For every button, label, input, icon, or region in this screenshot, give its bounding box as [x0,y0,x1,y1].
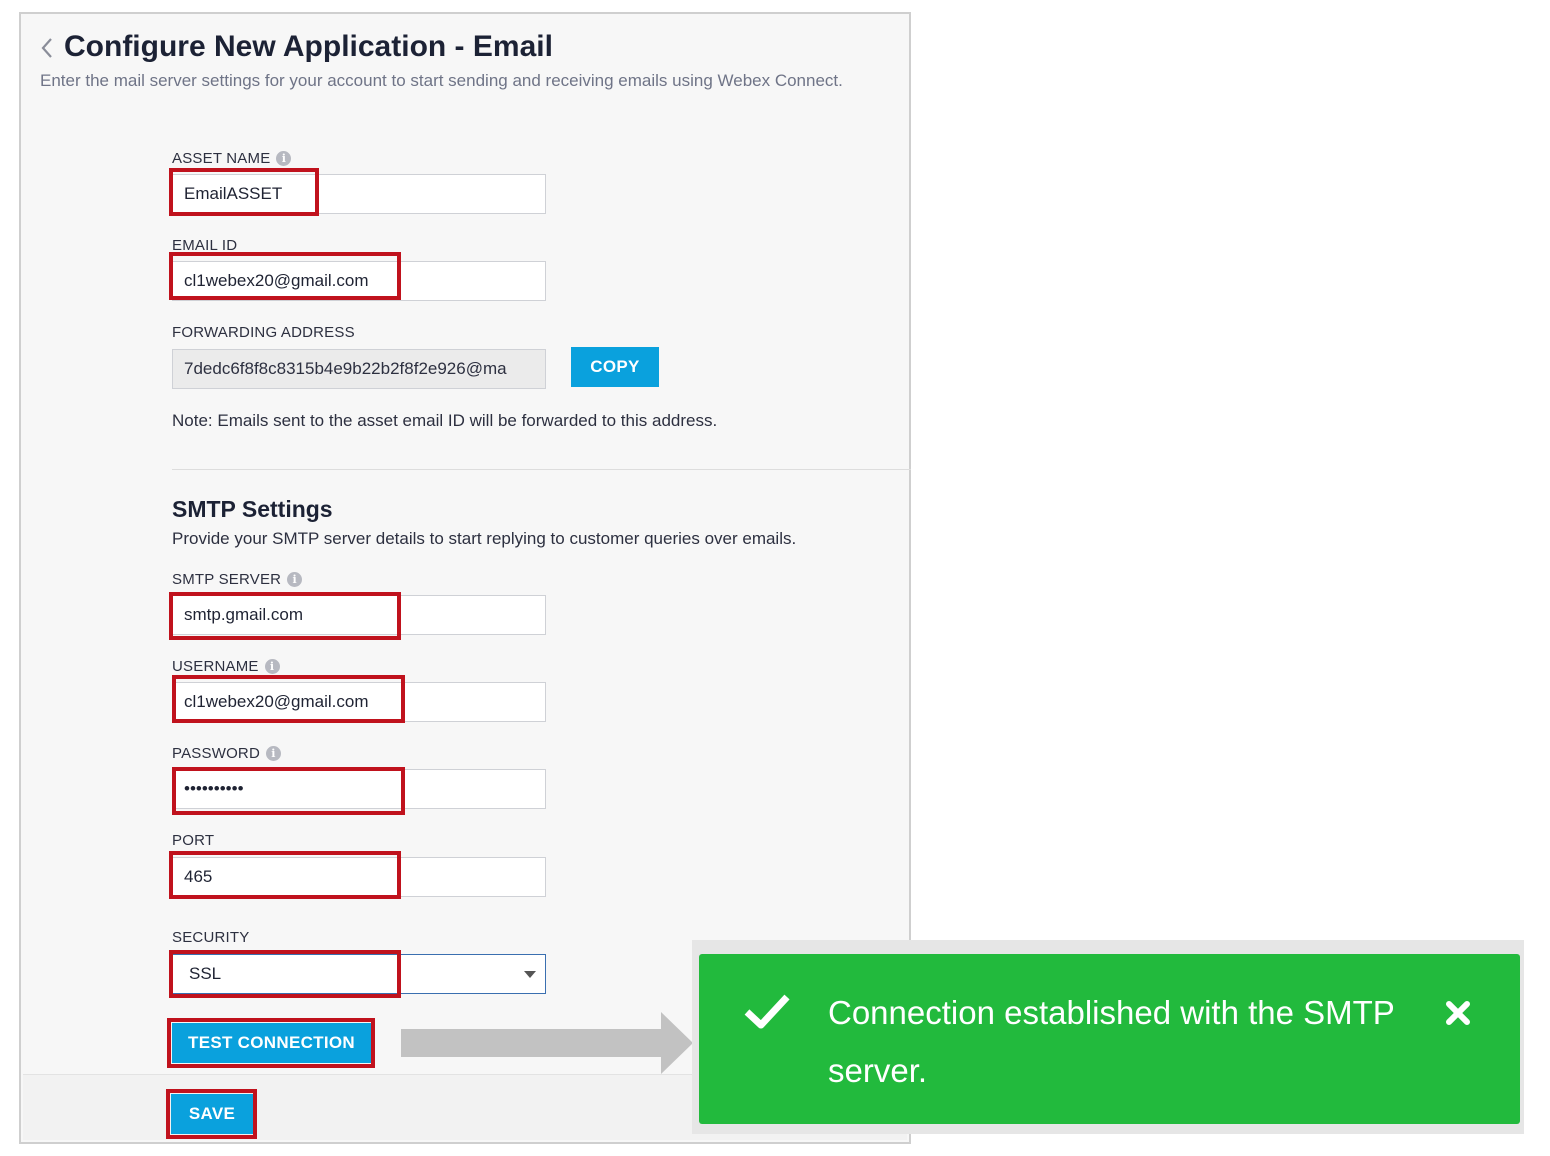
section-divider [172,469,911,470]
email-id-label-text: EMAIL ID [172,237,238,254]
port-label-text: PORT [172,832,215,849]
username-label: USERNAME i [172,658,280,675]
security-label: SECURITY [172,929,249,946]
smtp-server-label: SMTP SERVER i [172,571,303,588]
toast-message: Connection established with the SMTP ser… [828,994,1395,1089]
test-connection-button[interactable]: TEST CONNECTION [172,1023,371,1063]
chevron-left-icon[interactable] [38,36,56,60]
forwarding-note: Note: Emails sent to the asset email ID … [172,411,718,430]
security-select[interactable]: SSL [172,954,546,994]
forwarding-address-label: FORWARDING ADDRESS [172,324,355,341]
page-title: Configure New Application - Email [64,30,553,63]
info-icon[interactable]: i [287,572,303,587]
check-icon [744,994,790,1029]
copy-button[interactable]: COPY [571,347,659,387]
email-id-input[interactable] [172,261,546,301]
forwarding-address-label-text: FORWARDING ADDRESS [172,324,355,341]
asset-name-label: ASSET NAME i [172,150,292,167]
username-label-text: USERNAME [172,658,259,675]
email-id-label: EMAIL ID [172,237,237,254]
caret-down-icon[interactable] [524,971,536,978]
security-label-text: SECURITY [172,929,250,946]
asset-name-label-text: ASSET NAME [172,150,271,167]
success-toast: Connection established with the SMTP ser… [699,954,1520,1124]
close-icon[interactable] [1445,1000,1471,1026]
save-button[interactable]: SAVE [171,1094,253,1134]
smtp-server-label-text: SMTP SERVER [172,571,282,588]
smtp-settings-title: SMTP Settings [172,496,333,522]
smtp-server-input[interactable] [172,595,546,635]
smtp-settings-description: Provide your SMTP server details to star… [172,529,797,548]
info-icon[interactable]: i [264,659,280,674]
asset-name-input[interactable] [172,174,546,214]
forwarding-address-input[interactable] [172,349,546,389]
password-input[interactable] [172,769,546,809]
info-icon[interactable]: i [276,151,292,166]
annotation-arrow-icon [401,1012,693,1074]
info-icon[interactable]: i [266,746,281,761]
port-label: PORT [172,832,214,849]
username-input[interactable] [172,682,546,722]
password-label-text: PASSWORD [172,745,260,762]
port-input[interactable] [172,857,546,897]
security-selected-value: SSL [189,964,222,983]
password-label: PASSWORD i [172,745,281,762]
page-subtitle: Enter the mail server settings for your … [40,71,843,90]
